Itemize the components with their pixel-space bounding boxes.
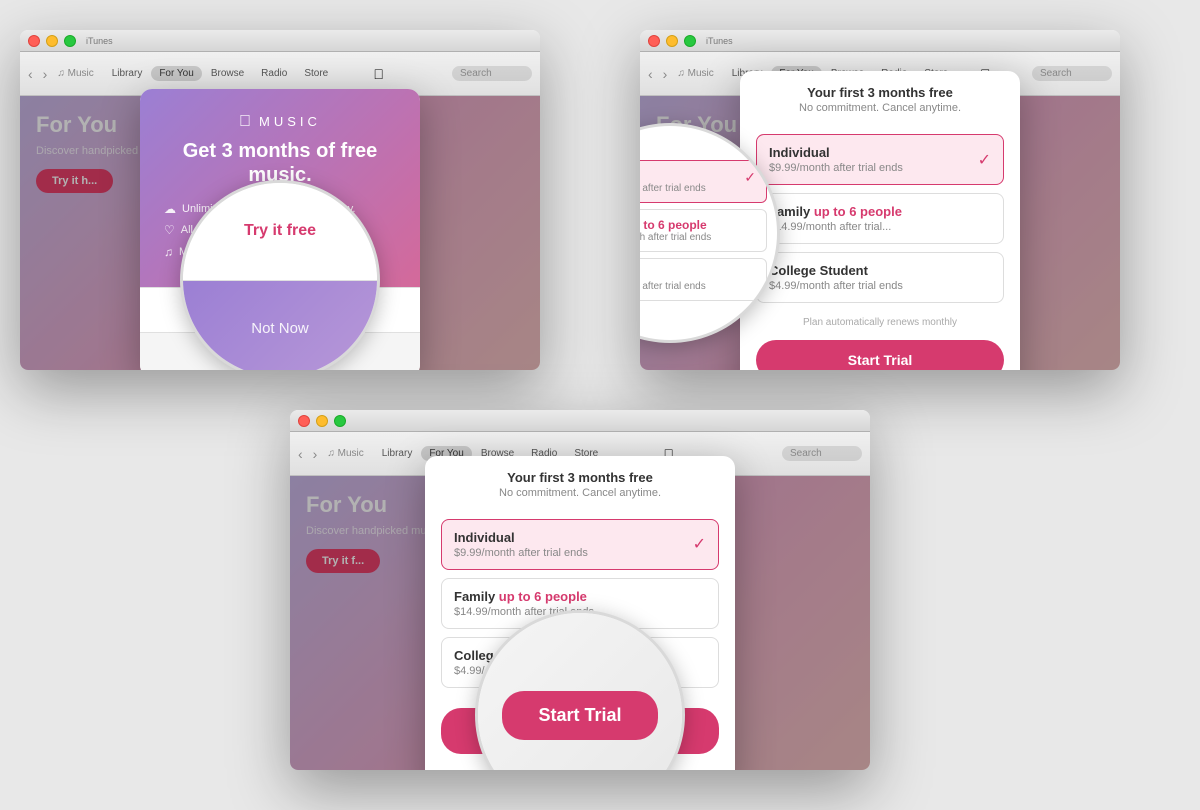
plan-individual[interactable]: Individual $9.99/month after trial ends …	[756, 134, 1004, 185]
zoom-start-trial-label[interactable]: Start Trial	[502, 691, 657, 740]
family-b-label: Family	[454, 589, 499, 604]
nav-forward-3[interactable]: ›	[313, 446, 318, 462]
plan-title-bottom: Your first 3 months free	[441, 470, 719, 485]
close-button-2[interactable]	[648, 35, 660, 47]
plan-college-details: College Student $4.99/month after trial …	[769, 263, 903, 292]
zoom-check-icon: ✓	[744, 169, 756, 186]
plan-family-price: $14.99/month after trial...	[769, 221, 902, 233]
plan-header-bottom: Your first 3 months free No commitment. …	[425, 456, 735, 509]
plan-individual-b-name: Individual	[454, 530, 588, 545]
minimize-button[interactable]	[46, 35, 58, 47]
plan-options-top: Individual $9.99/month after trial ends …	[740, 124, 1020, 313]
apple-logo-1: 	[373, 66, 384, 82]
plan-family[interactable]: Family up to 6 people $14.99/month after…	[756, 193, 1004, 244]
plan-sub-bottom: No commitment. Cancel anytime.	[441, 487, 719, 499]
for-you-content-2: For You Discover handpicked music just f…	[640, 96, 1120, 370]
tab-library-3[interactable]: Library	[374, 446, 421, 461]
nav-forward-1[interactable]: ›	[43, 66, 48, 82]
plan-individual-b-details: Individual $9.99/month after trial ends	[454, 530, 588, 559]
close-button[interactable]	[28, 35, 40, 47]
minimize-button-3[interactable]	[316, 415, 328, 427]
family-b-highlight: up to 6 people	[499, 589, 587, 604]
maximize-button-2[interactable]	[684, 35, 696, 47]
plan-header-top: Your first 3 months free No commitment. …	[740, 71, 1020, 124]
toolbar-tabs-1: Library For You Browse Radio Store	[104, 66, 336, 81]
window-3: ‹ › ♫ Music Library For You Browse Radio…	[290, 410, 870, 770]
plan-title-top: Your first 3 months free	[756, 85, 1004, 100]
start-trial-button-top[interactable]: Start Trial	[756, 340, 1004, 370]
music-note-icon: ♫	[164, 242, 173, 264]
zoom-individual[interactable]: ✓ Individual $9.99/month after trial end…	[640, 160, 767, 203]
plan-family-details: Family up to 6 people $14.99/month after…	[769, 204, 902, 233]
plan-check-icon: ✓	[978, 150, 991, 170]
maximize-button[interactable]	[64, 35, 76, 47]
music-logo-text: MUSIC	[259, 114, 321, 129]
plan-individual-b-price: $9.99/month after trial ends	[454, 547, 588, 559]
zoom-family-price: $14.99/month after trial ends	[640, 232, 756, 243]
plan-individual-name: Individual	[769, 145, 903, 160]
titlebar-1: iTunes	[20, 30, 540, 52]
minimize-button-2[interactable]	[666, 35, 678, 47]
close-button-3[interactable]	[298, 415, 310, 427]
maximize-button-3[interactable]	[334, 415, 346, 427]
nav-back-1[interactable]: ‹	[28, 66, 33, 82]
plan-individual-details: Individual $9.99/month after trial ends	[769, 145, 903, 174]
itunes-content-2: For You Discover handpicked music just f…	[640, 96, 1120, 370]
dialog-plan-top: Your first 3 months free No commitment. …	[740, 71, 1020, 370]
zoom-family-highlight: up to 6 people	[640, 218, 707, 232]
music-tab-label-2: ♫ Music	[677, 68, 713, 79]
titlebar-3	[290, 410, 870, 432]
plan-individual-price: $9.99/month after trial ends	[769, 162, 903, 174]
itunes-content-1: For You Discover handpicked music just f…	[20, 96, 540, 370]
plan-family-b-name: Family up to 6 people	[454, 589, 594, 604]
nav-back-2[interactable]: ‹	[648, 66, 653, 82]
nav-back-3[interactable]: ‹	[298, 446, 303, 462]
plan-college-price: $4.99/month after trial ends	[769, 280, 903, 292]
for-you-content-1: For You Discover handpicked music just f…	[20, 96, 540, 370]
apple-music-icon: 	[239, 113, 255, 131]
window-2: iTunes ‹ › ♫ Music Library For You Brows…	[640, 30, 1120, 370]
music-tab-label-3: ♫ Music	[327, 448, 363, 459]
tab-radio-1[interactable]: Radio	[253, 66, 295, 81]
for-you-content-3: For You Discover handpicked music just f…	[290, 476, 870, 770]
plan-renewal: Plan automatically renews monthly	[740, 313, 1020, 332]
zoom-family[interactable]: Family up to 6 people $14.99/month after…	[640, 209, 767, 252]
zoom-college[interactable]: Collect $4.99/month after trial ends	[640, 258, 767, 301]
zoom1-inner: Try it free Not Now	[183, 183, 377, 370]
plan-college-name: College Student	[769, 263, 903, 278]
plan-individual-b[interactable]: Individual $9.99/month after trial ends …	[441, 519, 719, 570]
music-tab-label: ♫ Music	[57, 68, 93, 79]
plan-college[interactable]: College Student $4.99/month after trial …	[756, 252, 1004, 303]
app-name-label: iTunes	[86, 36, 113, 46]
cloud-icon: ☁	[164, 199, 176, 221]
music-logo:  MUSIC	[164, 113, 396, 131]
zoom-college-name: Collect	[640, 267, 756, 281]
heart-icon: ♡	[164, 220, 175, 242]
search-box-1[interactable]: Search	[452, 66, 532, 81]
plan-sub-top: No commitment. Cancel anytime.	[756, 102, 1004, 114]
tab-browse-1[interactable]: Browse	[203, 66, 252, 81]
plan-check-b-icon: ✓	[693, 534, 706, 554]
tab-store-1[interactable]: Store	[296, 66, 336, 81]
zoom-family-name: Family up to 6 people	[640, 218, 756, 232]
zoom-individual-price: $9.99/month after trial ends	[640, 183, 756, 194]
titlebar-2: iTunes	[640, 30, 1120, 52]
tab-foryou-1[interactable]: For You	[151, 66, 201, 81]
itunes-content-3: For You Discover handpicked music just f…	[290, 476, 870, 770]
app-name-label-2: iTunes	[706, 36, 733, 46]
zoom-individual-name: Individual	[640, 169, 756, 183]
search-box-3[interactable]: Search	[782, 446, 862, 461]
zoom-circle-1: Try it free Not Now	[180, 180, 380, 370]
plan-family-name: Family up to 6 people	[769, 204, 902, 219]
nav-forward-2[interactable]: ›	[663, 66, 668, 82]
zoom-college-price: $4.99/month after trial ends	[640, 281, 756, 292]
window-1: iTunes ‹ › ♫ Music Library For You Brows…	[20, 30, 540, 370]
tab-library-1[interactable]: Library	[104, 66, 151, 81]
family-highlight: up to 6 people	[814, 204, 902, 219]
search-box-2[interactable]: Search	[1032, 66, 1112, 81]
